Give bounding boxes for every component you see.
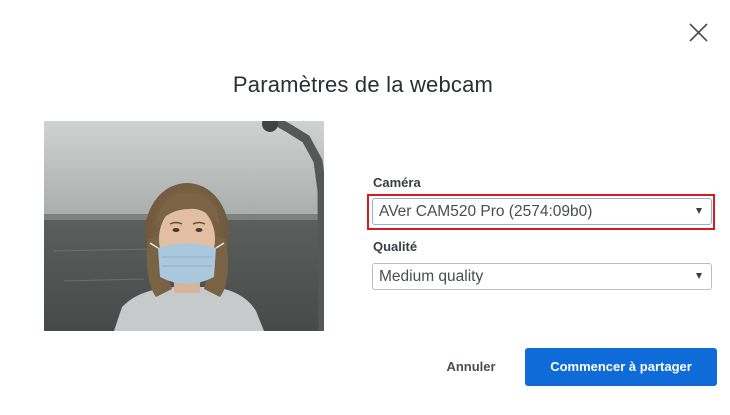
quality-label: Qualité [373,239,418,254]
cancel-button[interactable]: Annuler [436,348,506,386]
camera-label: Caméra [373,175,421,190]
dialog-title: Paramètres de la webcam [232,72,494,97]
chevron-down-icon [696,273,702,279]
webcam-preview [44,121,324,331]
camera-select[interactable]: AVer CAM520 Pro (2574:09b0) [372,198,712,225]
close-icon [689,23,708,42]
camera-select-value: AVer CAM520 Pro (2574:09b0) [379,203,593,220]
quality-select[interactable]: Medium quality [372,263,712,290]
start-sharing-button[interactable]: Commencer à partager [525,348,717,386]
quality-select-value: Medium quality [379,268,484,285]
close-button[interactable] [684,18,714,48]
chevron-down-icon [696,208,702,214]
webcam-preview-image [44,121,324,331]
webcam-settings-dialog: Paramètres de la webcam Caméra AVer CAM5… [0,0,730,415]
